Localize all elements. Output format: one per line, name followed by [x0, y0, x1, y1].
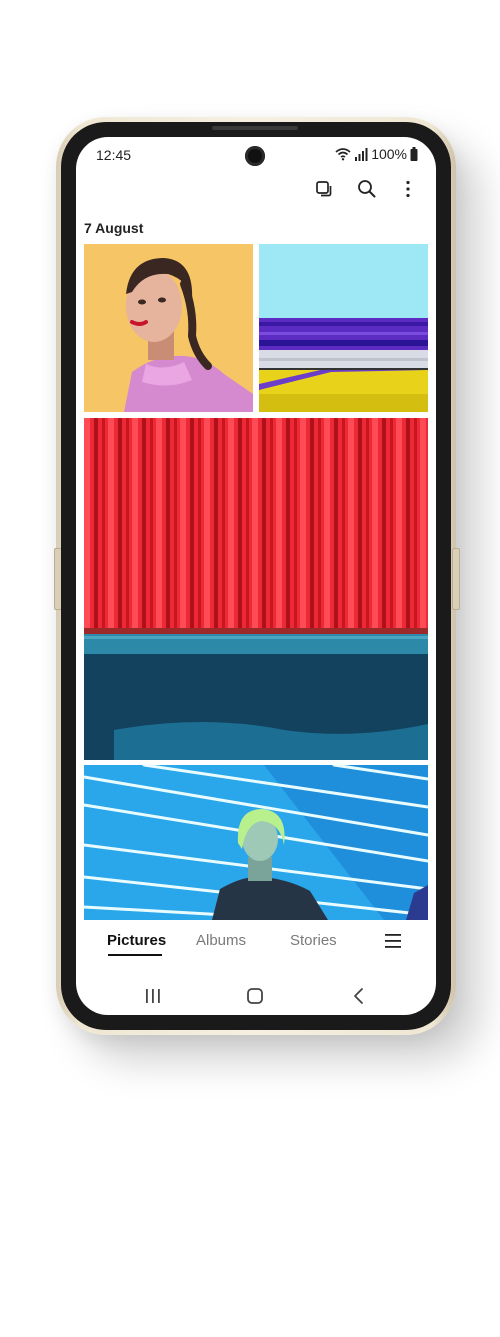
gallery-toolbar [314, 179, 418, 203]
menu-button[interactable] [384, 933, 402, 949]
bottom-tab-bar: Pictures Albums Stories [76, 920, 436, 970]
back-button[interactable] [350, 987, 370, 1005]
photo-woman-blue-lights[interactable] [84, 765, 428, 920]
back-icon [350, 988, 368, 1009]
status-bar: 12:45 100% [76, 137, 436, 173]
battery-icon [410, 147, 418, 161]
phone-screen: 12:45 100% 7 August Pictures Albums Stor… [76, 137, 436, 1015]
home-button[interactable] [246, 987, 266, 1005]
status-time: 12:45 [96, 147, 132, 163]
more-vertical-icon [405, 180, 411, 203]
recents-button[interactable] [144, 987, 164, 1005]
date-header: 7 August [84, 220, 144, 236]
front-camera [245, 146, 265, 166]
search-button[interactable] [356, 179, 376, 203]
tab-pictures[interactable]: Pictures [107, 932, 166, 949]
wifi-icon [335, 147, 351, 161]
tab-stories[interactable]: Stories [290, 932, 337, 949]
recents-icon [144, 989, 162, 1009]
photo-thumbnail-woman-braids[interactable] [84, 244, 253, 412]
search-icon [357, 179, 376, 203]
more-options-button[interactable] [398, 180, 418, 203]
active-tab-indicator [108, 954, 162, 956]
home-icon [246, 988, 264, 1009]
status-icons: 100% [335, 146, 418, 162]
hamburger-menu-icon [384, 934, 402, 953]
tab-albums[interactable]: Albums [196, 932, 246, 949]
earpiece-speaker [212, 126, 298, 130]
signal-icon [354, 147, 368, 161]
battery-percentage: 100% [371, 146, 407, 162]
select-icon [315, 180, 333, 203]
system-navigation-bar [76, 977, 436, 1015]
photo-red-corrugated-wall[interactable] [84, 418, 428, 760]
hinge-right [452, 548, 460, 610]
select-button[interactable] [314, 180, 334, 203]
photo-thumbnail-color-stripes[interactable] [259, 244, 428, 412]
